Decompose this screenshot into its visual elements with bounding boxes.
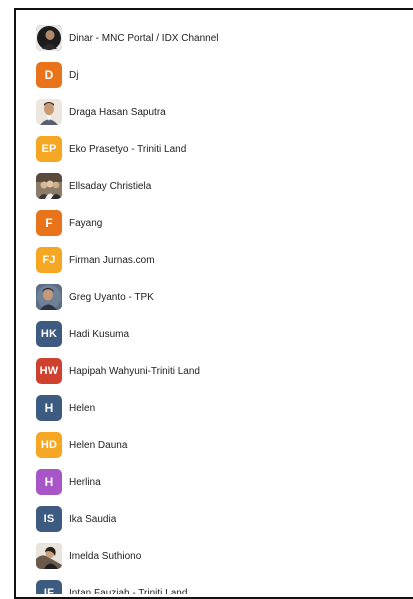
initials-avatar: FJ <box>36 247 62 273</box>
contact-name: Helen Dauna <box>69 439 128 451</box>
initials-avatar: IS <box>36 506 62 532</box>
contact-name: Eko Prasetyo - Triniti Land <box>69 143 187 155</box>
group-photo-icon <box>36 173 62 199</box>
contact-name: Intan Fauziah - Triniti Land <box>69 587 188 599</box>
contact-name: Fayang <box>69 217 103 229</box>
contact-item[interactable]: IS Ika Saudia <box>36 506 116 532</box>
contact-name: Ika Saudia <box>69 513 117 525</box>
contact-name: Firman Jurnas.com <box>69 254 155 266</box>
contact-name: Imelda Suthiono <box>69 550 142 562</box>
contact-name: Ellsaday Christiela <box>69 180 152 192</box>
contact-item[interactable]: HK Hadi Kusuma <box>36 321 129 347</box>
contact-name: Hapipah Wahyuni-Triniti Land <box>69 365 200 377</box>
person-photo-icon <box>36 284 62 310</box>
initials-avatar: H <box>36 395 62 421</box>
contact-item[interactable]: Ellsaday Christiela <box>36 173 151 199</box>
contact-item[interactable]: FJ Firman Jurnas.com <box>36 247 155 273</box>
contact-item[interactable]: HD Helen Dauna <box>36 432 127 458</box>
initials-avatar: D <box>36 62 62 88</box>
initials-avatar: IF <box>36 580 62 594</box>
contact-name: Herlina <box>69 476 101 488</box>
contact-item[interactable]: Imelda Suthiono <box>36 543 141 569</box>
contact-item[interactable]: Greg Uyanto - TPK <box>36 284 154 310</box>
person-photo-icon <box>36 543 62 569</box>
initials-avatar: HD <box>36 432 62 458</box>
contact-list-panel: Dinar - MNC Portal / IDX Channel D Dj Dr… <box>14 8 413 599</box>
initials-avatar: HK <box>36 321 62 347</box>
contact-item[interactable]: D Dj <box>36 62 78 88</box>
contact-item[interactable]: F Fayang <box>36 210 102 236</box>
contact-list[interactable]: Dinar - MNC Portal / IDX Channel D Dj Dr… <box>16 10 413 597</box>
initials-avatar: H <box>36 469 62 495</box>
person-photo-icon <box>36 99 62 125</box>
contact-item[interactable]: Draga Hasan Saputra <box>36 99 166 125</box>
contact-name: Greg Uyanto - TPK <box>69 291 154 303</box>
contact-name: Dj <box>69 69 79 81</box>
contact-item[interactable]: IF Intan Fauziah - Triniti Land <box>36 580 188 599</box>
contact-name: Helen <box>69 402 96 414</box>
contact-item[interactable]: EP Eko Prasetyo - Triniti Land <box>36 136 186 162</box>
initials-avatar: F <box>36 210 62 236</box>
contact-item[interactable]: H Herlina <box>36 469 101 495</box>
initials-avatar: EP <box>36 136 62 162</box>
contact-item[interactable]: HW Hapipah Wahyuni-Triniti Land <box>36 358 200 384</box>
contact-name: Dinar - MNC Portal / IDX Channel <box>69 32 219 44</box>
contact-name: Draga Hasan Saputra <box>69 106 166 118</box>
contact-name: Hadi Kusuma <box>69 328 130 340</box>
contact-item[interactable]: Dinar - MNC Portal / IDX Channel <box>36 25 219 51</box>
person-photo-dark-icon <box>36 25 62 51</box>
initials-avatar: HW <box>36 358 62 384</box>
contact-item[interactable]: H Helen <box>36 395 95 421</box>
